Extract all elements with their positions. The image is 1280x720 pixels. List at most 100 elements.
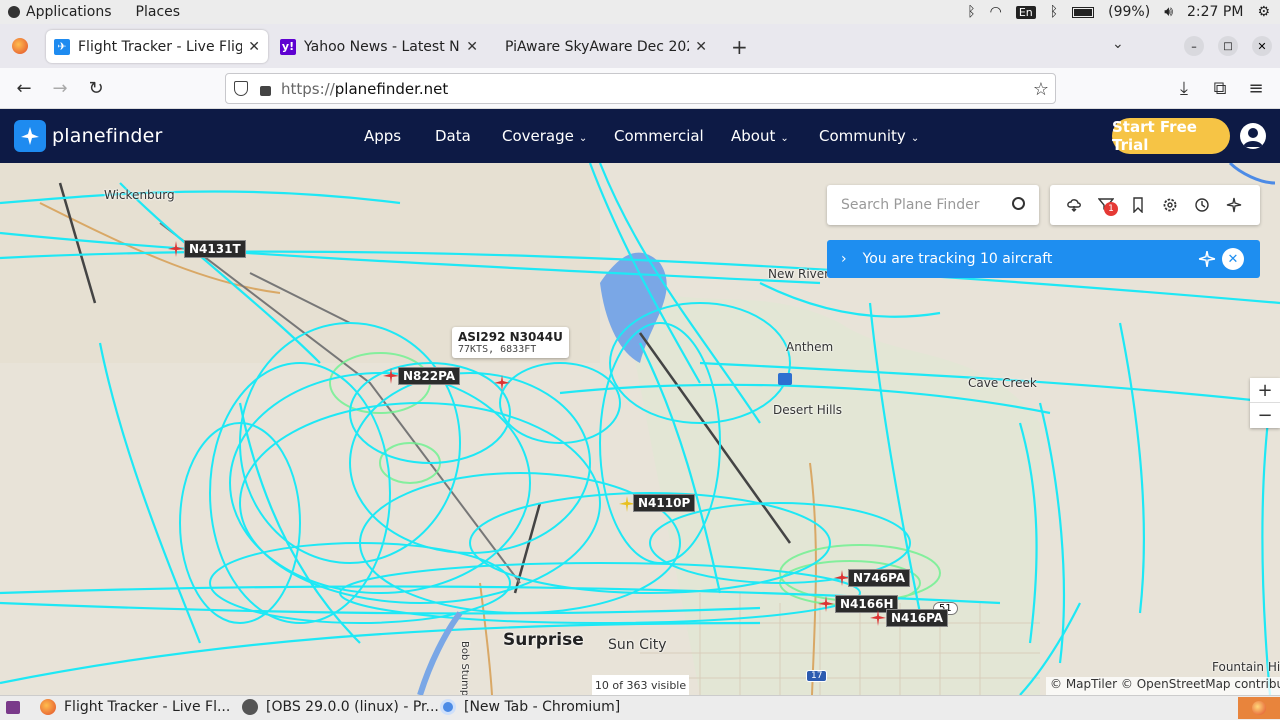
list-tabs-chevron-down-icon[interactable]: ⌄ bbox=[1112, 36, 1124, 52]
volume-icon[interactable]: 🔊︎ bbox=[1164, 4, 1173, 20]
bookmark-star-icon[interactable]: ☆ bbox=[1033, 79, 1049, 100]
nav-coverage-label: Coverage bbox=[502, 127, 574, 145]
plane-logo-icon bbox=[14, 120, 46, 152]
aircraft-plane-icon[interactable] bbox=[870, 610, 886, 626]
filter-notification-badge: 1 bbox=[1104, 202, 1118, 216]
bluetooth-icon[interactable]: ᛒ bbox=[967, 4, 975, 20]
chevron-down-icon: ⌄ bbox=[578, 133, 588, 144]
clock[interactable]: 2:27 PM bbox=[1187, 4, 1243, 20]
taskbar: Flight Tracker - Live Fl... [OBS 29.0.0 … bbox=[0, 695, 1280, 720]
start-free-trial-button[interactable]: Start Free Trial bbox=[1112, 118, 1230, 154]
show-desktop-icon[interactable] bbox=[6, 701, 20, 714]
tracking-shield-icon[interactable] bbox=[234, 81, 248, 96]
search-placeholder: Search Plane Finder bbox=[841, 197, 980, 213]
new-tab-plus-icon[interactable]: + bbox=[731, 35, 748, 59]
tab-flight-tracker[interactable]: ✈ Flight Tracker - Live Flight ✕ bbox=[46, 30, 268, 63]
aircraft-tag[interactable]: N822PA bbox=[398, 367, 461, 385]
history-icon[interactable] bbox=[1194, 197, 1210, 213]
flight-settings-icon[interactable] bbox=[1226, 197, 1242, 213]
aircraft-plane-icon[interactable] bbox=[494, 375, 510, 391]
nav-apps[interactable]: Apps bbox=[364, 127, 401, 145]
forward-arrow-icon[interactable]: → bbox=[48, 76, 72, 100]
search-icon[interactable] bbox=[1012, 197, 1025, 210]
tracking-text: You are tracking 10 aircraft bbox=[862, 251, 1053, 267]
extensions-icon[interactable]: ⧉ bbox=[1208, 76, 1232, 100]
firefox-tray-icon[interactable] bbox=[1238, 697, 1280, 719]
aircraft-tag[interactable]: N746PA bbox=[848, 569, 911, 587]
road-shield-17: 17 bbox=[806, 670, 828, 682]
url-protocol: https:// bbox=[281, 79, 335, 98]
zoom-out-button[interactable]: − bbox=[1250, 403, 1280, 428]
place-label: New River bbox=[768, 267, 830, 281]
zoom-controls: + − bbox=[1250, 378, 1280, 428]
weather-icon[interactable] bbox=[1066, 197, 1082, 213]
keyboard-layout-indicator[interactable]: En bbox=[1015, 5, 1036, 19]
back-arrow-icon[interactable]: ← bbox=[12, 76, 36, 100]
nav-coverage[interactable]: Coverage ⌄ bbox=[502, 127, 587, 145]
zoom-in-button[interactable]: + bbox=[1250, 378, 1280, 403]
tab-title: Flight Tracker - Live Flight bbox=[78, 38, 243, 55]
chromium-icon bbox=[440, 699, 456, 715]
battery-icon[interactable] bbox=[1072, 6, 1095, 18]
url-host: planefinder.net bbox=[334, 79, 449, 98]
nav-about-label: About bbox=[731, 127, 776, 145]
wifi-icon[interactable]: ◠ bbox=[990, 4, 1002, 20]
bookmark-icon[interactable] bbox=[1130, 197, 1146, 214]
place-label: Fountain Hi bbox=[1212, 660, 1280, 674]
aircraft-tag[interactable]: N4131T bbox=[184, 240, 246, 258]
aircraft-callout[interactable]: ASI292 N3044U 77KTS, 6833FT bbox=[452, 327, 569, 358]
browser-tab-bar: ✈ Flight Tracker - Live Flight ✕ y! Yaho… bbox=[0, 24, 1280, 68]
user-account-icon[interactable] bbox=[1240, 123, 1266, 149]
nav-commercial[interactable]: Commercial bbox=[614, 127, 704, 145]
settings-gear-icon[interactable]: ⚙ bbox=[1257, 4, 1270, 20]
taskbar-item-firefox[interactable]: Flight Tracker - Live Fl... bbox=[40, 699, 230, 715]
tab-yahoo-news[interactable]: y! Yahoo News - Latest New ✕ bbox=[272, 30, 486, 63]
aircraft-plane-icon[interactable] bbox=[383, 368, 399, 384]
tab-piaware[interactable]: PiAware SkyAware Dec 2021 ✕ bbox=[497, 30, 715, 63]
plane-outline-icon[interactable] bbox=[1198, 250, 1216, 272]
planefinder-favicon-icon: ✈ bbox=[54, 38, 70, 55]
callout-title: ASI292 N3044U bbox=[458, 330, 563, 344]
settings-gear-icon[interactable] bbox=[1162, 197, 1178, 213]
places-menu[interactable]: Places bbox=[136, 4, 181, 20]
close-tab-icon[interactable]: ✕ bbox=[466, 39, 478, 55]
aircraft-tag[interactable]: N416PA bbox=[886, 609, 949, 627]
taskbar-item-obs[interactable]: [OBS 29.0.0 (linux) - Pr... bbox=[242, 699, 439, 715]
nav-about[interactable]: About ⌄ bbox=[731, 127, 789, 145]
close-window-icon[interactable]: ✕ bbox=[1252, 36, 1272, 56]
lock-icon[interactable] bbox=[260, 85, 271, 96]
close-tracking-icon[interactable]: ✕ bbox=[1222, 248, 1244, 270]
nav-community-label: Community bbox=[819, 127, 906, 145]
browser-nav-bar: ← → ↻ https://planefinder.net ☆ ⤓ ⧉ ≡ bbox=[0, 68, 1280, 109]
aircraft-tag[interactable]: N4110P bbox=[633, 494, 696, 512]
firefox-view-icon[interactable] bbox=[12, 38, 28, 54]
planefinder-logo[interactable]: planefinder bbox=[14, 120, 163, 152]
url-bar[interactable]: https://planefinder.net ☆ bbox=[225, 73, 1056, 104]
taskbar-item-chromium[interactable]: [New Tab - Chromium] bbox=[440, 699, 620, 715]
system-top-bar: Applications Places ᛒ ◠ En ᛒ (99%) 🔊︎ 2:… bbox=[0, 0, 1280, 24]
chevron-down-icon: ⌄ bbox=[780, 133, 789, 144]
battery-percent: (99%) bbox=[1108, 4, 1151, 20]
nav-data[interactable]: Data bbox=[435, 127, 471, 145]
ubuntu-logo-icon[interactable] bbox=[8, 6, 20, 18]
menu-hamburger-icon[interactable]: ≡ bbox=[1244, 76, 1268, 100]
maximize-window-icon[interactable]: □ bbox=[1218, 36, 1238, 56]
airport-icon[interactable] bbox=[778, 373, 792, 385]
nav-community[interactable]: Community ⌄ bbox=[819, 127, 919, 145]
aircraft-plane-icon[interactable] bbox=[168, 241, 184, 257]
close-tab-icon[interactable]: ✕ bbox=[248, 39, 260, 55]
minimize-window-icon[interactable]: – bbox=[1184, 36, 1204, 56]
downloads-icon[interactable]: ⤓ bbox=[1172, 76, 1196, 100]
applications-menu[interactable]: Applications bbox=[26, 4, 112, 20]
reload-icon[interactable]: ↻ bbox=[84, 76, 108, 100]
bluetooth-icon[interactable]: ᛒ bbox=[1050, 4, 1058, 20]
map-attribution[interactable]: © MapTiler © OpenStreetMap contributors bbox=[1046, 677, 1280, 695]
place-label: Desert Hills bbox=[773, 403, 842, 417]
close-tab-icon[interactable]: ✕ bbox=[695, 39, 707, 55]
planefinder-header: planefinder Apps Data Coverage ⌄ Commerci… bbox=[0, 109, 1280, 163]
search-input[interactable]: Search Plane Finder bbox=[827, 185, 1039, 225]
tracking-banner[interactable]: › You are tracking 10 aircraft ✕ bbox=[827, 240, 1260, 278]
chevron-right-icon[interactable]: › bbox=[841, 251, 847, 267]
aircraft-plane-icon[interactable] bbox=[818, 596, 834, 612]
tab-title: PiAware SkyAware Dec 2021 bbox=[505, 38, 690, 55]
